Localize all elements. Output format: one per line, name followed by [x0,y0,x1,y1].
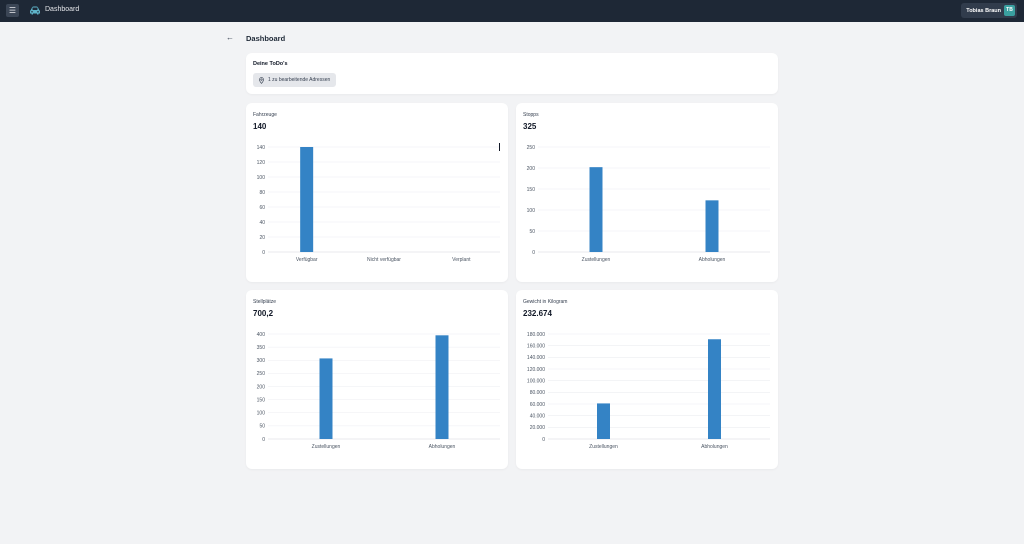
x-category-label: Abholungen [429,444,456,450]
y-tick-label: 140 [257,145,266,151]
x-category-label: Zustellungen [312,444,341,450]
y-tick-label: 20 [259,235,265,241]
bar-chart-fahrzeuge: 0 20 40 60 80 100 120 140 Verfügbar Nicht verfügb… [257,145,500,263]
back-button[interactable]: ← [226,33,234,42]
y-tick-label: 120.000 [527,367,545,373]
bar[interactable] [705,200,719,252]
y-tick-label: 150 [527,187,536,193]
chart-card-stellplaetze: Stellplätze 700,2 0 50 100 150 200 250 300 350 4… [246,290,508,469]
y-tick-label: 80 [259,190,265,196]
y-tick-label: 60 [259,205,265,211]
user-menu[interactable]: Tobias Braun TB [961,3,1017,18]
card-label: Stopps [523,112,539,118]
bar[interactable] [589,167,603,252]
y-tick-label: 0 [262,437,265,443]
y-tick-label: 150 [257,397,266,403]
user-name: Tobias Braun [966,7,1001,14]
card-label: Gewicht in Kilogram [523,299,568,305]
todo-card: Deine ToDo's 1 zu bearbeitende Adressen [246,53,778,94]
x-category-label: Abholungen [699,257,726,263]
card-value: 140 [253,122,267,131]
bar-chart-gewicht: 0 20.000 40.000 60.000 80.000 100.000 120.000 1… [527,332,770,450]
chart-card-stopps: Stopps 325 0 50 100 150 200 250 Zustellungen Ab… [516,103,778,282]
x-category-label: Abholungen [701,444,728,450]
y-tick-label: 100.000 [527,378,545,384]
x-category-label: Zustellungen [582,257,611,263]
app-title[interactable]: Dashboard [45,6,79,13]
text-cursor [499,143,500,151]
todo-address-chip[interactable]: 1 zu bearbeitende Adressen [253,73,337,87]
y-tick-label: 160.000 [527,343,545,349]
x-category-label: Verfügbar [296,257,318,263]
y-tick-label: 100 [527,208,536,214]
y-tick-label: 180.000 [527,332,545,338]
bar[interactable] [597,403,610,439]
y-tick-label: 0 [262,250,265,256]
y-tick-label: 140.000 [527,355,545,361]
x-category-label: Zustellungen [589,444,618,450]
card-value: 700,2 [253,309,274,318]
y-tick-label: 40 [259,220,265,226]
y-tick-label: 400 [257,332,266,338]
page-title: Dashboard [246,34,286,43]
y-tick-label: 250 [257,371,266,377]
bar[interactable] [435,335,449,439]
y-tick-label: 200 [257,384,266,390]
bar-chart-stellplaetze: 0 50 100 150 200 250 300 350 400 Zustellungen Abho… [257,332,500,450]
bar[interactable] [319,358,333,439]
y-tick-label: 100 [257,411,266,417]
top-bar: ☰ Dashboard Tobias Braun TB [0,0,1024,22]
bar-chart-stopps: 0 50 100 150 200 250 Zustellungen Abholungen [527,145,770,263]
menu-button[interactable]: ☰ [6,4,19,17]
todo-chip-label: 1 zu bearbeitende Adressen [268,77,331,83]
y-tick-label: 40.000 [530,413,546,419]
location-pin-icon [259,76,264,84]
y-tick-label: 100 [257,175,266,181]
chart-card-gewicht: Gewicht in Kilogram 232.674 0 20.000 40.00… [516,290,778,469]
card-label: Fahrzeuge [253,112,277,118]
hamburger-icon: ☰ [8,6,17,15]
chart-card-fahrzeuge: Fahrzeuge 140 0 20 40 60 80 100 120 140 Verfügba… [246,103,508,282]
y-tick-label: 20.000 [530,425,546,431]
y-tick-label: 0 [532,250,535,256]
y-tick-label: 350 [257,345,266,351]
avatar: TB [1004,5,1015,16]
x-category-label: Nicht verfügbar [367,257,401,263]
y-tick-label: 80.000 [530,390,546,396]
y-tick-label: 250 [527,145,536,151]
y-tick-label: 300 [257,358,266,364]
card-label: Stellplätze [253,299,277,305]
y-tick-label: 50 [529,229,535,235]
arrow-left-icon: ← [226,33,234,42]
card-value: 325 [523,122,537,131]
y-tick-label: 200 [527,166,536,172]
todo-title: Deine ToDo's [253,61,288,67]
y-tick-label: 0 [542,437,545,443]
y-tick-label: 60.000 [530,402,546,408]
y-tick-label: 50 [259,424,265,430]
card-value: 232.674 [523,309,552,318]
car-icon [30,6,40,15]
bar[interactable] [300,147,314,252]
bar[interactable] [708,339,721,439]
x-category-label: Verplant [452,257,471,263]
y-tick-label: 120 [257,160,266,166]
